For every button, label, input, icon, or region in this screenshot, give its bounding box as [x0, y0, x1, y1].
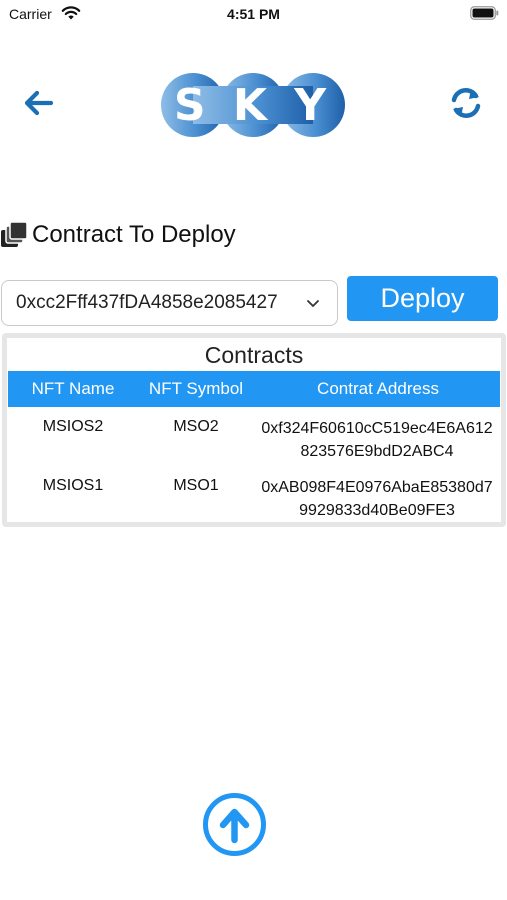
contracts-title: Contracts: [204, 342, 304, 368]
deploy-button[interactable]: Deploy: [347, 276, 498, 321]
table-header: NFT Name NFT Symbol Contrat Address: [8, 371, 500, 407]
contract-address-cell: 0xAB098F4E0976AbaE85380d79929833d40Be09F…: [261, 479, 493, 519]
sky-logo: S K Y: [161, 73, 345, 137]
nft-name-cell: MSIOS1: [42, 477, 104, 494]
logo-text: S K Y: [174, 80, 332, 131]
nft-name-cell: MSIOS2: [42, 418, 104, 435]
table-row[interactable]: MSIOS2 MSO2 0xf324F60610cC519ec4E6A61282…: [8, 414, 500, 474]
battery-icon: [470, 6, 499, 20]
table-row[interactable]: MSIOS1 MSO1 0xAB098F4E0976AbaE85380d7992…: [8, 473, 500, 533]
section-title: Contract To Deploy: [0, 218, 236, 252]
section-title-text: Contract To Deploy: [32, 221, 236, 248]
chevron-down-icon: [307, 300, 319, 307]
status-bar: Carrier 4:51 PM: [0, 0, 507, 30]
column-header-contract-address: Contrat Address: [317, 379, 439, 398]
refresh-icon[interactable]: [447, 85, 485, 121]
contract-select[interactable]: 0xcc2Fff437fDA4858e2085427: [1, 280, 338, 326]
upload-arrow-icon[interactable]: [202, 792, 267, 857]
contract-select-value: 0xcc2Fff437fDA4858e2085427: [16, 292, 278, 313]
contracts-panel: Contracts NFT Name NFT Symbol Contrat Ad…: [2, 333, 506, 527]
nft-symbol-cell: MSO2: [173, 418, 219, 435]
column-header-nft-symbol: NFT Symbol: [148, 379, 244, 398]
arrow-left-icon[interactable]: [22, 86, 56, 120]
contract-address-cell: 0xf324F60610cC519ec4E6A612823576E9bdD2AB…: [261, 420, 493, 460]
contracts-stack-icon: [1, 221, 28, 247]
nft-symbol-cell: MSO1: [173, 477, 219, 494]
status-time: 4:51 PM: [227, 6, 280, 22]
column-header-nft-name: NFT Name: [31, 379, 115, 398]
